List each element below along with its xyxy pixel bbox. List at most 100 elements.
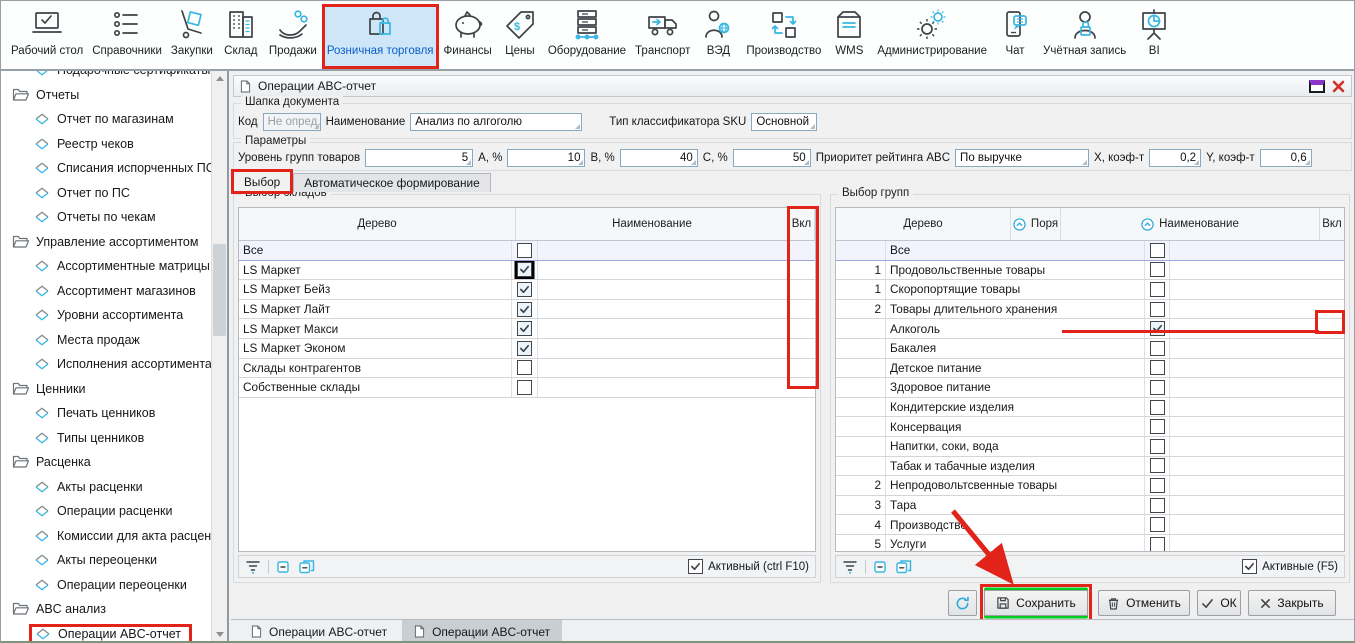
order-cell[interactable] [836, 241, 886, 260]
col-header-tree[interactable]: Дерево [836, 208, 1011, 240]
row-checkbox[interactable] [1150, 341, 1165, 356]
sidebar-item[interactable]: Комиссии для акта расценки [1, 524, 212, 549]
name-cell[interactable]: Напитки, соки, вода [886, 437, 1145, 456]
sidebar-item[interactable]: Исполнения ассортимента [1, 352, 212, 377]
name-cell[interactable]: LS Маркет Эконом [239, 339, 512, 358]
sidebar-item[interactable]: Акты расценки [1, 475, 212, 500]
maximize-icon[interactable] [1309, 80, 1325, 93]
name-cell[interactable]: LS Маркет Бейз [239, 280, 512, 299]
name-cell[interactable]: Непродовольтсвенные товары [886, 476, 1145, 495]
table-row[interactable]: Консервация [836, 417, 1344, 437]
bottom-tab-2[interactable]: Операции ABC-отчет [402, 620, 562, 643]
name-cell[interactable]: Бакалея [886, 339, 1145, 358]
table-row[interactable]: Кондитерские изделия [836, 398, 1344, 418]
col-header-name[interactable]: Наименование [1061, 208, 1320, 240]
toolbar-item-spravochniki[interactable]: Справочники [88, 4, 166, 69]
sidebar-scrollbar[interactable] [211, 71, 227, 642]
table-row[interactable]: Склады контрагентов [239, 359, 815, 379]
order-cell[interactable] [836, 359, 886, 378]
toolbar-item-finansy[interactable]: Финансы [440, 4, 496, 69]
sidebar-item[interactable]: Операции расценки [1, 499, 212, 524]
table-row[interactable]: Напитки, соки, вода [836, 437, 1344, 457]
save-button[interactable]: Сохранить [984, 590, 1088, 616]
refresh-button[interactable] [948, 590, 977, 616]
toolbar-item-oborudovanie[interactable]: Оборудование [544, 4, 630, 69]
toolbar-item-wms[interactable]: WMS [826, 4, 872, 69]
sidebar-item[interactable]: Подарочные сертификаты [1, 71, 212, 83]
row-checkbox[interactable] [1150, 243, 1165, 258]
sidebar-item[interactable]: Печать ценников [1, 401, 212, 426]
scroll-thumb[interactable] [213, 244, 226, 336]
table-row[interactable]: LS Маркет [239, 261, 815, 281]
name-cell[interactable]: Табак и табачные изделия [886, 457, 1145, 476]
toolbar-item-bi[interactable]: BI [1131, 4, 1177, 69]
name-cell[interactable]: Услуги [886, 535, 1145, 552]
name-cell[interactable]: Алкоголь [886, 319, 1145, 338]
name-cell[interactable]: Тара [886, 496, 1145, 515]
expand-all-icon[interactable] [895, 559, 912, 574]
name-cell[interactable]: Производство [886, 515, 1145, 534]
level-input[interactable]: 5 [365, 149, 473, 167]
sidebar-item[interactable]: Акты переоценки [1, 548, 212, 573]
name-cell[interactable]: Консервация [886, 417, 1145, 436]
table-row[interactable]: 2Непродовольтсвенные товары [836, 476, 1344, 496]
sidebar-item[interactable]: Списания испорченных ПС [1, 156, 212, 181]
table-row[interactable]: 3Тара [836, 496, 1344, 516]
order-cell[interactable] [836, 378, 886, 397]
order-cell[interactable] [836, 339, 886, 358]
table-row[interactable]: Собственные склады [239, 378, 815, 398]
toolbar-item-prodazhi[interactable]: Продажи [265, 4, 321, 69]
order-cell[interactable] [836, 437, 886, 456]
col-header-incl[interactable]: Вкл [1320, 208, 1345, 240]
table-row[interactable]: LS Маркет Макси [239, 319, 815, 339]
c-input[interactable]: 50 [733, 149, 811, 167]
table-row[interactable]: LS Маркет Бейз [239, 280, 815, 300]
table-row[interactable]: 5Услуги [836, 535, 1344, 552]
bottom-tab-1[interactable]: Операции ABC-отчет [239, 620, 399, 643]
sidebar-item[interactable]: Операции ABC-отчет [1, 622, 212, 643]
col-header-order[interactable]: Поря [1011, 208, 1061, 240]
row-checkbox[interactable] [1150, 360, 1165, 375]
tab-auto-formirovanie[interactable]: Автоматическое формирование [293, 173, 490, 192]
order-cell[interactable]: 4 [836, 515, 886, 534]
name-cell[interactable]: LS Маркет Макси [239, 319, 512, 338]
y-coef-input[interactable]: 0,6 [1260, 149, 1312, 167]
order-cell[interactable]: 1 [836, 280, 886, 299]
table-row[interactable]: Здоровое питание [836, 378, 1344, 398]
row-checkbox[interactable] [517, 282, 532, 297]
name-input[interactable]: Анализ по алгоголю [410, 113, 582, 131]
order-cell[interactable] [836, 457, 886, 476]
name-cell[interactable]: Склады контрагентов [239, 359, 512, 378]
order-cell[interactable]: 3 [836, 496, 886, 515]
toolbar-item-roznichnaya-torgovlya[interactable]: Розничная торговля [322, 4, 439, 69]
row-checkbox[interactable] [1150, 380, 1165, 395]
row-checkbox[interactable] [1150, 537, 1165, 552]
row-checkbox[interactable] [1150, 419, 1165, 434]
active-filter-checkbox[interactable] [688, 559, 703, 574]
row-checkbox[interactable] [1150, 282, 1165, 297]
filter-icon[interactable] [842, 559, 858, 574]
row-checkbox[interactable] [1150, 498, 1165, 513]
table-row[interactable]: Все [239, 241, 815, 261]
sort-ascending-icon[interactable] [1013, 218, 1026, 231]
row-checkbox[interactable] [1150, 458, 1165, 473]
sidebar-item[interactable]: Управление ассортиментом [1, 230, 212, 255]
x-coef-input[interactable]: 0,2 [1149, 149, 1201, 167]
row-checkbox[interactable] [517, 360, 532, 375]
table-row[interactable]: 4Производство [836, 515, 1344, 535]
table-row[interactable]: 1Скоропортящие товары [836, 280, 1344, 300]
toolbar-item-sklad[interactable]: Склад [218, 4, 264, 69]
toolbar-item-zakupki[interactable]: Закупки [167, 4, 217, 69]
toolbar-item-chat[interactable]: Чат [992, 4, 1038, 69]
name-cell[interactable]: Товары длительного хранения [886, 300, 1145, 319]
row-checkbox[interactable] [517, 321, 532, 336]
active-filter-checkbox[interactable] [1242, 559, 1257, 574]
scroll-down-arrow[interactable] [212, 627, 227, 642]
priority-input[interactable]: По выручке [955, 149, 1089, 167]
row-checkbox[interactable] [517, 341, 532, 356]
toolbar-item-proizvodstvo[interactable]: Производство [742, 4, 825, 69]
sidebar-item[interactable]: Отчет по магазинам [1, 107, 212, 132]
row-checkbox[interactable] [1150, 478, 1165, 493]
sidebar-item[interactable]: Места продаж [1, 328, 212, 353]
sidebar-item[interactable]: Операции переоценки [1, 573, 212, 598]
